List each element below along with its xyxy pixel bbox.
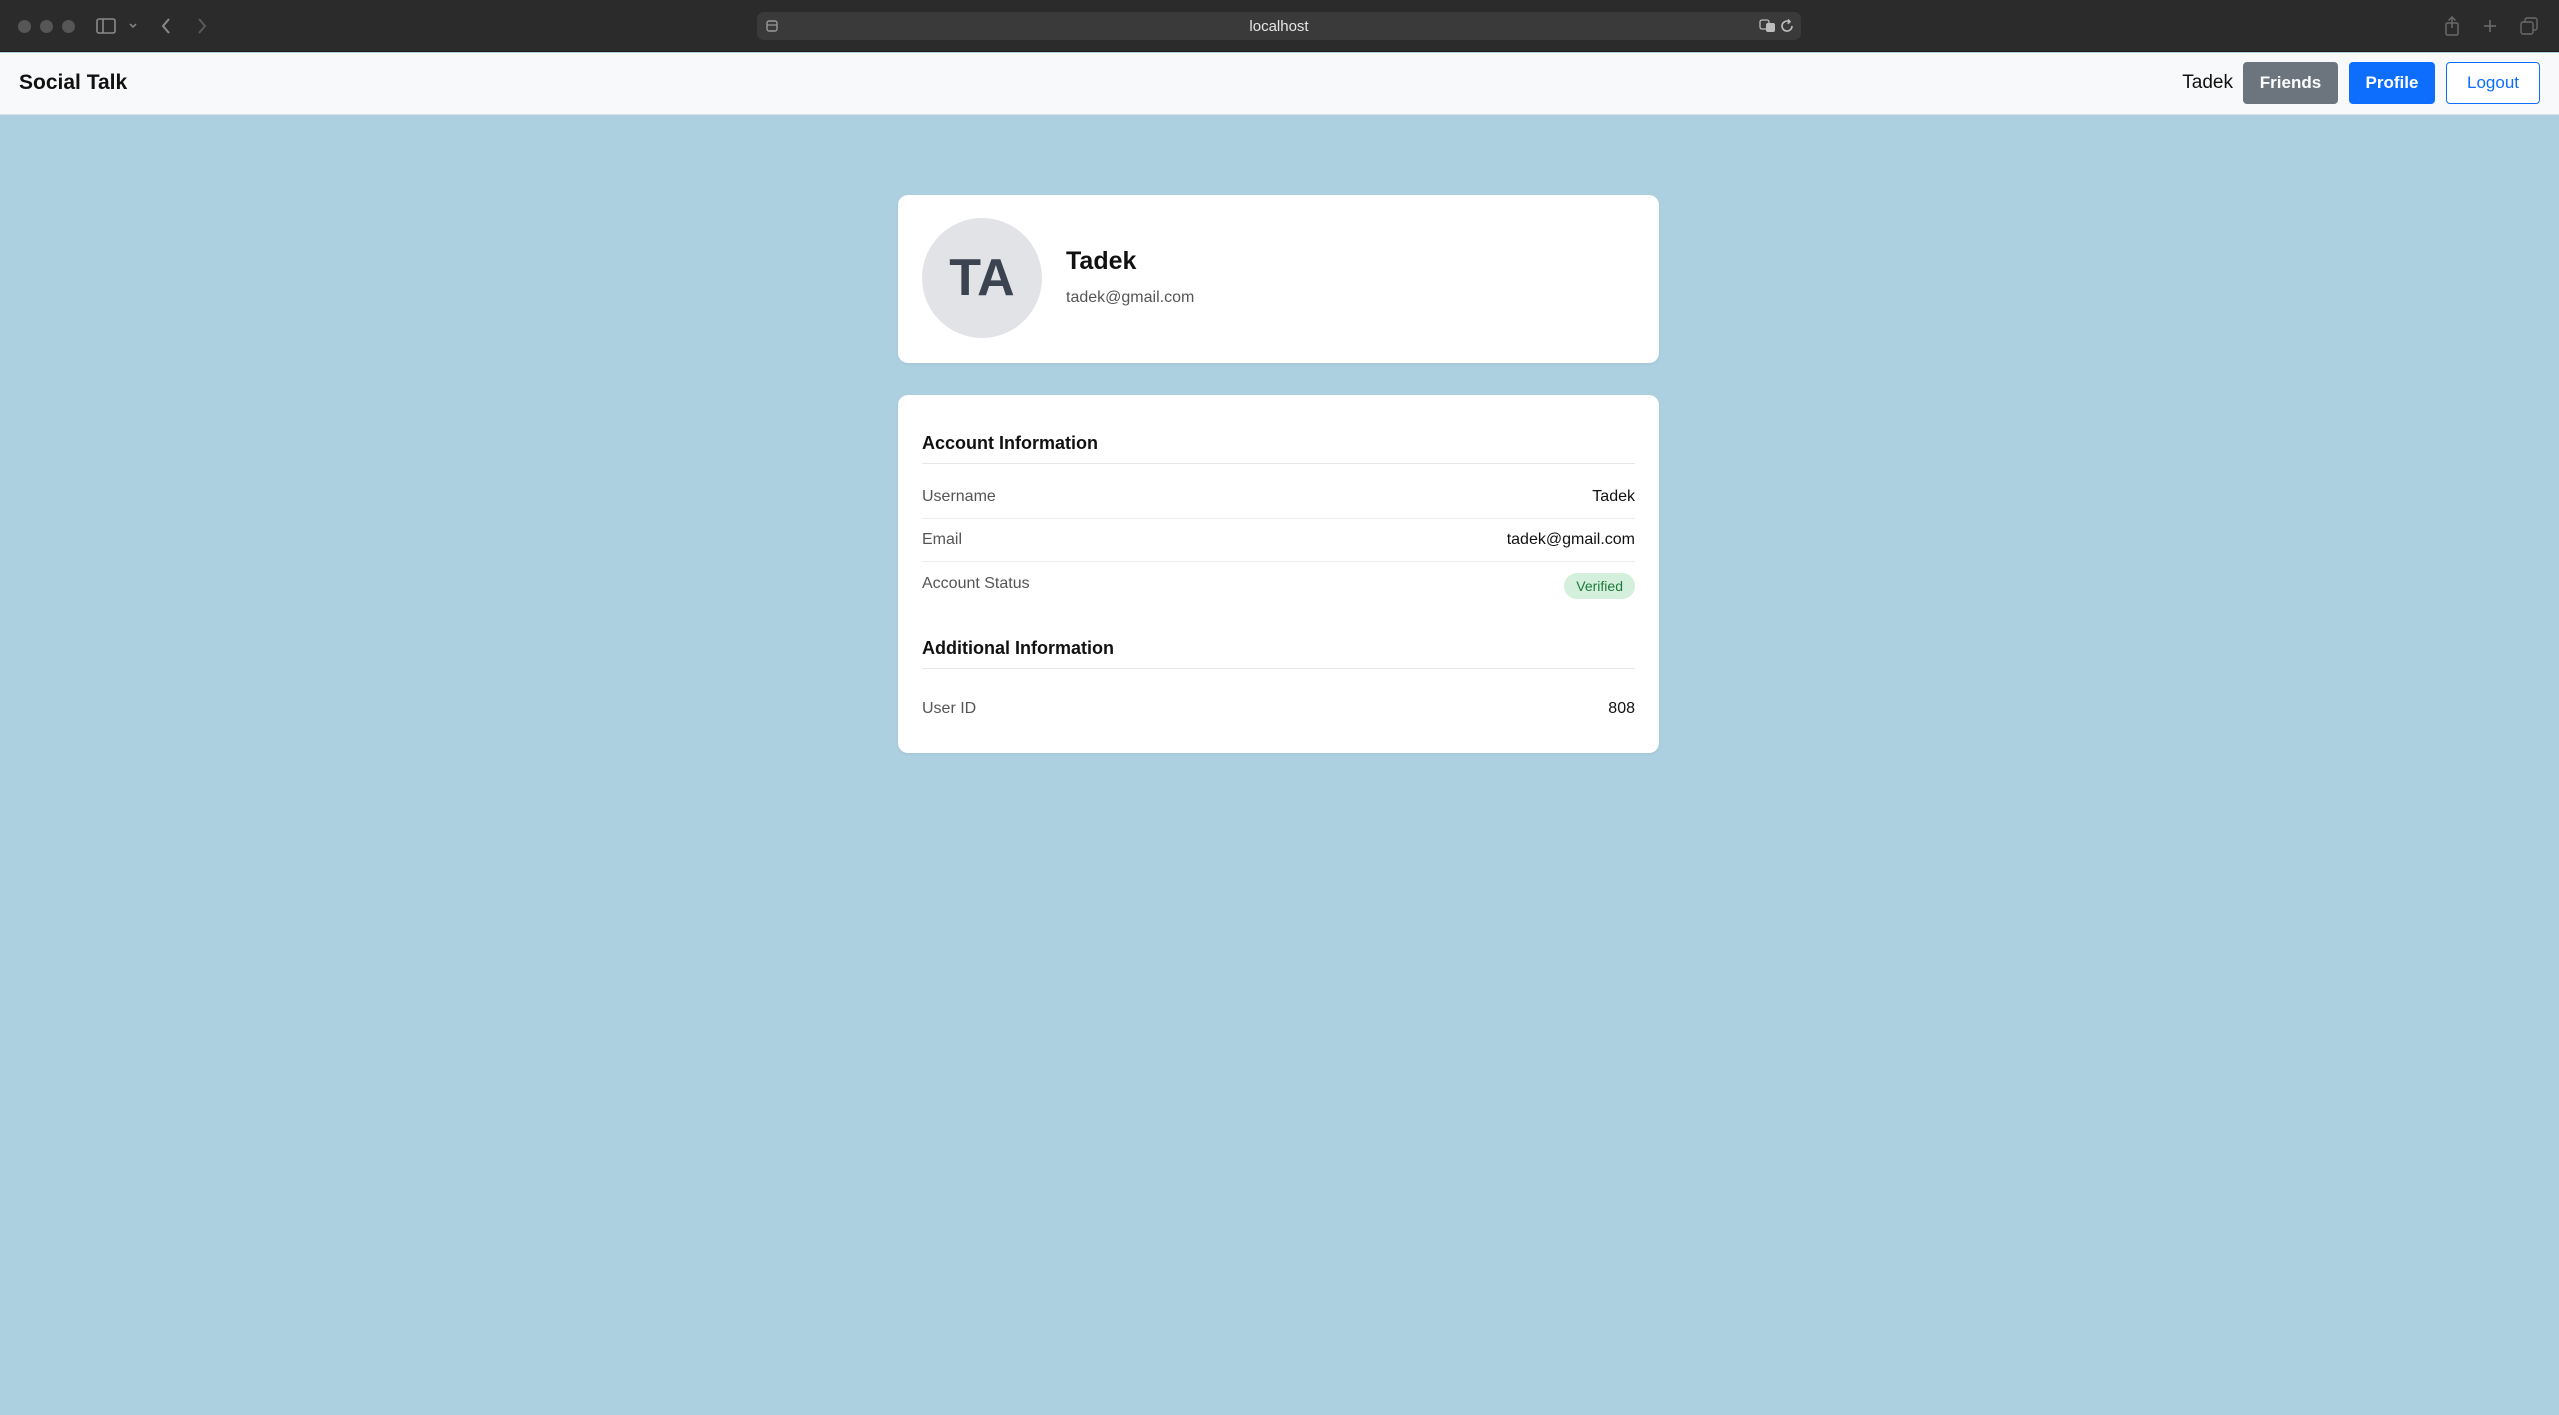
brand-title[interactable]: Social Talk bbox=[19, 71, 127, 95]
section-title: Account Information bbox=[922, 433, 1635, 464]
share-button[interactable] bbox=[2444, 13, 2460, 39]
additional-information-section: Additional Information User ID 808 bbox=[922, 638, 1635, 730]
row-label: Account Status bbox=[922, 574, 1030, 592]
profile-email: tadek@gmail.com bbox=[1066, 289, 1195, 306]
info-row-user-id: User ID 808 bbox=[922, 687, 1635, 730]
row-label: Username bbox=[922, 488, 996, 505]
account-information-section: Account Information Username Tadek Email… bbox=[922, 433, 1635, 605]
app-navbar: Social Talk Tadek Friends Profile Logout bbox=[0, 53, 2559, 115]
forward-button[interactable] bbox=[196, 13, 208, 39]
sidebar-toggle-button[interactable] bbox=[96, 13, 116, 39]
translate-icon[interactable] bbox=[1759, 18, 1777, 34]
profile-name: Tadek bbox=[1066, 247, 1137, 275]
section-title: Additional Information bbox=[922, 638, 1635, 669]
url-text: localhost bbox=[1249, 17, 1309, 35]
avatar: TA bbox=[922, 218, 1042, 338]
row-label: Email bbox=[922, 531, 963, 548]
navbar-actions: Tadek Friends Profile Logout bbox=[2182, 62, 2540, 104]
zoom-window-button[interactable] bbox=[62, 20, 75, 33]
chevron-right-icon bbox=[198, 18, 207, 34]
profile-header-card: TA Tadek tadek@gmail.com bbox=[898, 195, 1659, 363]
plus-icon bbox=[2484, 20, 2496, 32]
minimize-window-button[interactable] bbox=[40, 20, 53, 33]
info-row-account-status: Account Status Verified bbox=[922, 562, 1635, 605]
row-label: User ID bbox=[922, 699, 977, 717]
window-controls bbox=[18, 20, 75, 33]
chevron-down-icon bbox=[129, 23, 137, 29]
chevron-left-icon bbox=[161, 18, 170, 34]
tabs-icon bbox=[2520, 17, 2538, 35]
row-value: tadek@gmail.com bbox=[1506, 531, 1635, 548]
info-row-username: Username Tadek bbox=[922, 476, 1635, 519]
row-value: 808 bbox=[1608, 699, 1635, 717]
address-bar[interactable]: localhost bbox=[757, 12, 1801, 40]
browser-toolbar: localhost bbox=[0, 0, 2559, 52]
account-info-card: Account Information Username Tadek Email… bbox=[898, 395, 1659, 753]
logout-button[interactable]: Logout bbox=[2446, 62, 2540, 104]
tab-overview-button[interactable] bbox=[2520, 13, 2538, 39]
tab-group-dropdown[interactable] bbox=[128, 13, 138, 39]
reload-icon[interactable] bbox=[1779, 18, 1795, 34]
back-button[interactable] bbox=[160, 13, 172, 39]
friends-button[interactable]: Friends bbox=[2243, 62, 2338, 104]
close-window-button[interactable] bbox=[18, 20, 31, 33]
row-value: Tadek bbox=[1592, 488, 1635, 505]
sidebar-icon bbox=[96, 18, 116, 34]
share-icon bbox=[2445, 16, 2459, 36]
new-tab-button[interactable] bbox=[2482, 13, 2498, 39]
profile-button[interactable]: Profile bbox=[2349, 62, 2435, 104]
info-row-email: Email tadek@gmail.com bbox=[922, 519, 1635, 562]
verified-status-badge: Verified bbox=[1564, 573, 1635, 599]
current-username: Tadek bbox=[2182, 72, 2233, 93]
